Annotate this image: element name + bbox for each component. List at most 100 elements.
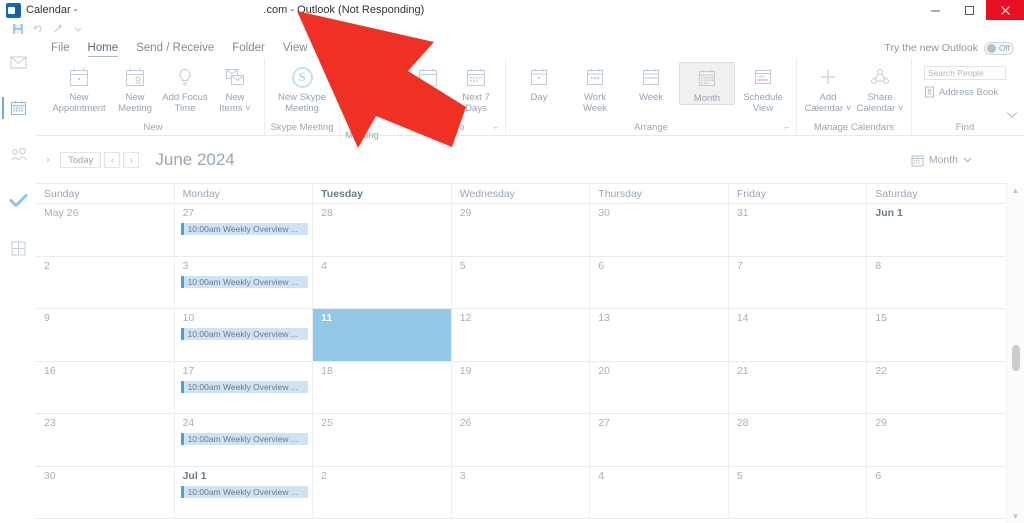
month-view-button[interactable]: Month [679, 62, 735, 105]
calendar-day-cell-wednesday[interactable]: 3 [452, 467, 591, 519]
calendar-day-cell-saturday[interactable]: 6 [867, 467, 1006, 519]
calendar-day-cell-sunday[interactable]: 30 [36, 467, 175, 519]
rail-item-tasks[interactable] [0, 182, 36, 218]
add-focus-time-button[interactable]: Add FocusTime [159, 62, 211, 114]
expand-folder-pane-chevron-right-icon[interactable]: › [36, 154, 60, 166]
arrange-dialog-launcher-icon[interactable]: ⌐ [784, 120, 789, 136]
calendar-day-cell-wednesday[interactable]: 29 [452, 204, 591, 256]
calendar-day-cell-wednesday[interactable]: 5 [452, 257, 591, 309]
new-items-button[interactable]: NewItems ˅ [211, 62, 259, 114]
next-7-days-button[interactable]: Next 7Days [452, 62, 500, 114]
week-view-button[interactable]: Week [623, 62, 679, 103]
calendar-day-cell-friday[interactable]: 14 [729, 309, 868, 361]
calendar-day-cell-tuesday[interactable]: 2 [313, 467, 452, 519]
calendar-day-cell-saturday[interactable]: 29 [867, 414, 1006, 466]
tab-help[interactable]: Help [317, 38, 359, 58]
share-calendar-button[interactable]: ShareCalendar ˅ [854, 62, 906, 114]
calendar-day-cell-friday[interactable]: 21 [729, 362, 868, 414]
calendar-day-cell-sunday[interactable]: 23 [36, 414, 175, 466]
new-appointment-button[interactable]: NewAppointment [47, 62, 111, 114]
collapse-ribbon-chevron-down-icon[interactable] [1006, 111, 1018, 119]
go-to-dialog-launcher-icon[interactable]: ⌐ [493, 120, 498, 136]
undo-icon[interactable] [28, 21, 48, 37]
calendar-day-cell-sunday[interactable]: 16 [36, 362, 175, 414]
schedule-view-button[interactable]: ScheduleView [735, 62, 791, 114]
previous-month-button[interactable]: ‹ [104, 152, 120, 168]
calendar-day-cell-monday[interactable]: 1710:00am Weekly Overview ... [175, 362, 314, 414]
calendar-day-cell-monday[interactable]: 310:00am Weekly Overview ... [175, 257, 314, 309]
day-view-button[interactable]: Day [511, 62, 567, 103]
rail-item-calendar[interactable] [0, 90, 36, 126]
calendar-day-cell-sunday[interactable]: May 26 [36, 204, 175, 256]
calendar-day-cell-tuesday[interactable]: 28 [313, 204, 452, 256]
day-number: 4 [590, 470, 728, 483]
calendar-day-cell-wednesday[interactable]: 12 [452, 309, 591, 361]
calendar-day-cell-saturday[interactable]: Jun 1 [867, 204, 1006, 256]
scroll-down-button[interactable]: ▼ [1007, 509, 1024, 523]
calendar-event[interactable]: 10:00am Weekly Overview ... [181, 223, 309, 235]
calendar-day-cell-sunday[interactable]: 2 [36, 257, 175, 309]
calendar-day-cell-friday[interactable]: 5 [729, 467, 868, 519]
calendar-day-cell-friday[interactable]: 7 [729, 257, 868, 309]
customize-qat-chevron-down-icon[interactable] [68, 21, 88, 37]
calendar-event[interactable]: 10:00am Weekly Overview ... [181, 328, 309, 340]
address-book-button[interactable]: Address Book [924, 86, 998, 98]
calendar-event[interactable]: 10:00am Weekly Overview ... [181, 381, 309, 393]
calendar-event[interactable]: 10:00am Weekly Overview ... [181, 433, 309, 445]
new-skype-meeting-button[interactable]: S New SkypeMeeting [270, 62, 334, 114]
maximize-button[interactable] [952, 0, 986, 20]
today-nav-button[interactable]: Today [60, 152, 101, 168]
meet-now-button[interactable]: MeetNow [345, 62, 393, 114]
minimize-button[interactable] [918, 0, 952, 20]
calendar-day-cell-friday[interactable]: 28 [729, 414, 868, 466]
try-new-outlook[interactable]: Try the new Outlook Off [884, 38, 1014, 58]
close-button[interactable] [986, 0, 1024, 20]
tab-view[interactable]: View [274, 38, 317, 58]
calendar-day-cell-saturday[interactable]: 22 [867, 362, 1006, 414]
tab-folder[interactable]: Folder [223, 38, 274, 58]
calendar-day-cell-thursday[interactable]: 30 [590, 204, 729, 256]
calendar-day-cell-monday[interactable]: 1010:00am Weekly Overview ... [175, 309, 314, 361]
search-people-input[interactable]: Search People [924, 66, 1006, 80]
view-selector[interactable]: Month [911, 154, 972, 167]
new-outlook-toggle[interactable]: Off [984, 42, 1014, 55]
scroll-up-button[interactable]: ▲ [1007, 183, 1024, 197]
calendar-event[interactable]: 10:00am Weekly Overview ... [181, 276, 309, 288]
calendar-day-cell-friday[interactable]: 31 [729, 204, 868, 256]
scrollbar-thumb[interactable] [1012, 345, 1020, 371]
next-month-button[interactable]: › [123, 152, 139, 168]
work-week-view-button[interactable]: WorkWeek [567, 62, 623, 114]
calendar-day-cell-thursday[interactable]: 4 [590, 467, 729, 519]
redo-icon[interactable] [48, 21, 68, 37]
calendar-scrollbar[interactable]: ▲ ▼ [1006, 183, 1024, 523]
calendar-day-cell-thursday[interactable]: 6 [590, 257, 729, 309]
rail-item-more-apps[interactable] [0, 230, 36, 266]
calendar-day-cell-thursday[interactable]: 13 [590, 309, 729, 361]
calendar-day-cell-monday[interactable]: Jul 110:00am Weekly Overview ... [175, 467, 314, 519]
calendar-event[interactable]: 10:00am Weekly Overview ... [181, 486, 309, 498]
calendar-day-cell-thursday[interactable]: 20 [590, 362, 729, 414]
calendar-day-cell-monday[interactable]: 2410:00am Weekly Overview ... [175, 414, 314, 466]
calendar-day-cell-sunday[interactable]: 9 [36, 309, 175, 361]
window-title-suffix: .com - Outlook (Not Responding) [263, 4, 424, 16]
tab-send-receive[interactable]: Send / Receive [127, 38, 223, 58]
calendar-day-cell-tuesday[interactable]: 25 [313, 414, 452, 466]
calendar-day-cell-wednesday[interactable]: 26 [452, 414, 591, 466]
rail-item-people[interactable] [0, 136, 36, 172]
day-headers: Sunday Monday Tuesday Wednesday Thursday… [36, 184, 1006, 204]
new-meeting-button[interactable]: NewMeeting [111, 62, 159, 114]
rail-item-mail[interactable] [0, 44, 36, 80]
calendar-day-cell-monday[interactable]: 2710:00am Weekly Overview ... [175, 204, 314, 256]
calendar-day-cell-tuesday[interactable]: 11 [313, 309, 452, 361]
calendar-day-cell-saturday[interactable]: 8 [867, 257, 1006, 309]
calendar-day-cell-wednesday[interactable]: 19 [452, 362, 591, 414]
calendar-day-cell-thursday[interactable]: 27 [590, 414, 729, 466]
tab-home[interactable]: Home [79, 38, 128, 58]
save-icon[interactable] [8, 21, 28, 37]
tab-file[interactable]: File [42, 38, 79, 58]
today-button[interactable]: Today [404, 62, 452, 103]
calendar-day-cell-tuesday[interactable]: 18 [313, 362, 452, 414]
calendar-day-cell-tuesday[interactable]: 4 [313, 257, 452, 309]
calendar-day-cell-saturday[interactable]: 15 [867, 309, 1006, 361]
add-calendar-button[interactable]: AddCalendar ˅ [802, 62, 854, 114]
